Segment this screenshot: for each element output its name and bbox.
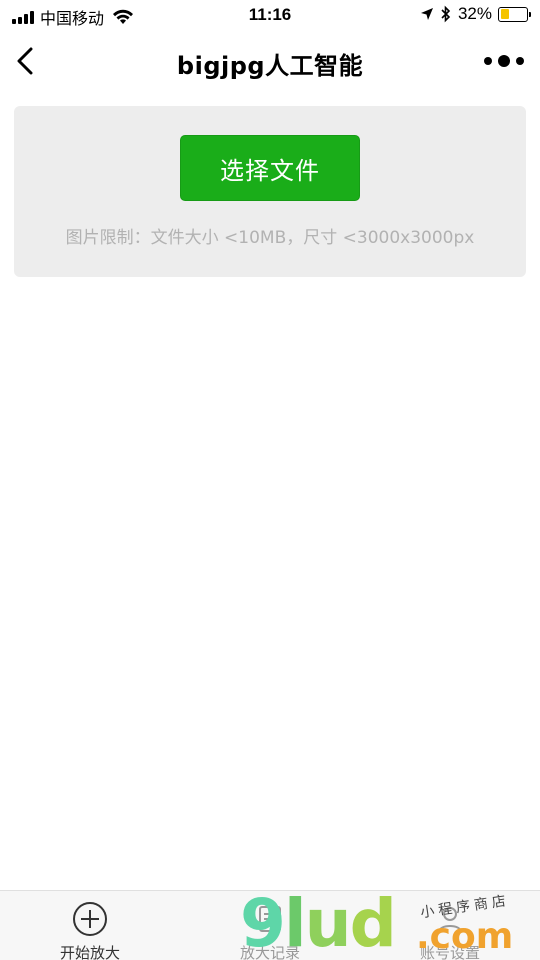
more-dots-icon [484, 57, 492, 65]
bluetooth-icon [441, 5, 451, 23]
more-dots-icon [516, 57, 524, 65]
tab-start-enlarge[interactable]: 开始放大 [0, 891, 180, 960]
tab-label: 账号设置 [419, 944, 480, 960]
page-title: bigjpg人工智能 [176, 52, 364, 80]
battery-fill [500, 9, 509, 19]
tab-account-settings[interactable]: 账号设置 [360, 891, 540, 960]
plus-circle-icon [73, 902, 107, 936]
record-icon [259, 906, 281, 932]
battery-percent: 32% [457, 4, 492, 23]
tab-label: 放大记录 [239, 944, 300, 960]
more-dots-icon [498, 55, 510, 67]
user-icon [438, 907, 462, 933]
image-limit-text: 图片限制：文件大小 <10MB，尺寸 <3000x3000px [65, 228, 475, 248]
upload-card: 选择文件 图片限制：文件大小 <10MB，尺寸 <3000x3000px [14, 106, 526, 277]
status-right: 32% [420, 4, 531, 24]
tab-enlarge-records[interactable]: 放大记录 [180, 891, 360, 960]
choose-file-button[interactable]: 选择文件 [180, 135, 360, 201]
more-button[interactable] [484, 52, 524, 70]
nav-bar: bigjpg人工智能 [0, 30, 540, 92]
battery-icon [498, 6, 531, 22]
status-bar: 中国移动 11:16 32% [0, 0, 540, 30]
tab-bar: 开始放大 放大记录 账号设置 [0, 890, 540, 960]
location-icon [420, 8, 433, 20]
tab-label: 开始放大 [59, 944, 120, 960]
